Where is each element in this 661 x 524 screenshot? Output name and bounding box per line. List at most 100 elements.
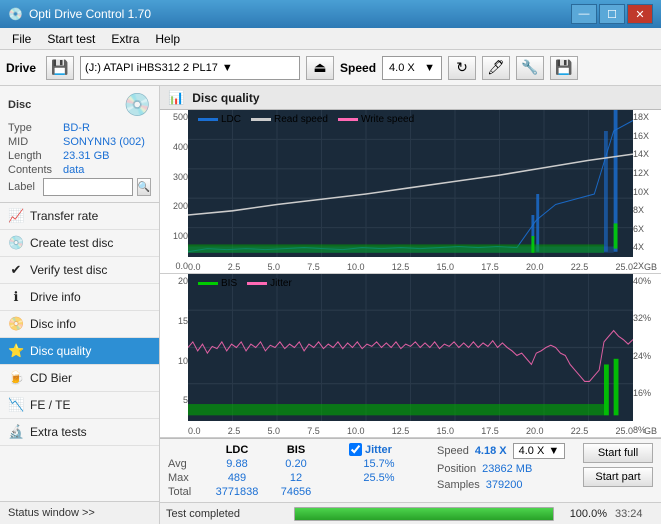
speed-arrow: ▼	[424, 62, 435, 74]
legend-write-speed-label: Write speed	[361, 114, 414, 125]
chart-header-icon: 📊	[168, 90, 184, 106]
sidebar-item-extra-tests[interactable]: 🔬 Extra tests	[0, 419, 159, 446]
create-test-disc-icon: 💿	[8, 235, 24, 251]
menu-extra[interactable]: Extra	[103, 30, 147, 48]
sidebar-item-disc-quality-label: Disc quality	[30, 344, 91, 358]
menu-bar: File Start test Extra Help	[0, 28, 661, 50]
disc-quality-icon: ⭐	[8, 343, 24, 359]
eject-button[interactable]: ⏏	[306, 56, 334, 80]
close-button[interactable]: ✕	[627, 4, 653, 24]
chart-title: Disc quality	[192, 91, 259, 105]
sidebar-item-cd-bier-label: CD Bier	[30, 371, 72, 385]
sidebar-item-disc-info[interactable]: 📀 Disc info	[0, 311, 159, 338]
top-chart-svg	[188, 110, 633, 257]
start-part-button[interactable]: Start part	[583, 467, 653, 487]
disc-contents-label: Contents	[8, 164, 63, 176]
disc-info-header: Disc 💿	[8, 92, 151, 118]
stats-main: LDC BIS Jitter Avg 9.88 0.20	[168, 443, 409, 498]
top-chart-y-labels-right: 18X 16X 14X 12X 10X 8X 6X 4X 2X	[633, 110, 661, 273]
max-label: Max	[168, 472, 203, 484]
disc-label-input[interactable]	[43, 178, 133, 196]
speed-dropdown-arrow: ▼	[548, 445, 559, 457]
jitter-col-header: Jitter	[349, 443, 409, 456]
disc-label-button[interactable]: 🔍	[137, 178, 151, 196]
jitter-label: Jitter	[365, 444, 392, 456]
jitter-checkbox[interactable]	[349, 443, 362, 456]
menu-file[interactable]: File	[4, 30, 39, 48]
sidebar: Disc 💿 Type BD-R MID SONYNN3 (002) Lengt…	[0, 86, 160, 524]
bottom-chart-y-labels-right: 40% 32% 24% 16% 8%	[633, 274, 661, 437]
app-icon: 💿	[8, 7, 23, 21]
legend-ldc-label: LDC	[221, 114, 241, 125]
stats-speed-position: Speed 4.18 X 4.0 X ▼ Position 23862 MB S…	[437, 443, 565, 491]
jitter-max: 25.5%	[349, 472, 409, 484]
title-bar: 💿 Opti Drive Control 1.70 — ☐ ✕	[0, 0, 661, 28]
sidebar-item-cd-bier[interactable]: 🍺 CD Bier	[0, 365, 159, 392]
top-chart-x-labels: 0.0 2.5 5.0 7.5 10.0 12.5 15.0 17.5 20.0…	[188, 262, 633, 272]
sidebar-item-verify-test-disc[interactable]: ✔ Verify test disc	[0, 257, 159, 284]
drive-select[interactable]: (J:) ATAPI iHBS312 2 PL17 ▼	[80, 56, 300, 80]
bottom-chart-svg	[188, 274, 633, 421]
speed-dropdown[interactable]: 4.0 X ▼	[513, 443, 566, 459]
settings-button2[interactable]: 🔧	[516, 56, 544, 80]
speed-current: 4.18 X	[475, 445, 507, 457]
legend-ldc-color	[198, 118, 218, 121]
sidebar-item-fe-te-label: FE / TE	[30, 398, 70, 412]
bottom-chart-wrap: BIS Jitter 20 15 10 5	[160, 274, 661, 437]
legend-read-speed-color	[251, 118, 271, 121]
disc-type-value: BD-R	[63, 122, 90, 134]
sidebar-item-transfer-rate[interactable]: 📈 Transfer rate	[0, 203, 159, 230]
sidebar-item-drive-info[interactable]: ℹ Drive info	[0, 284, 159, 311]
stats-header-row: LDC BIS Jitter	[168, 443, 409, 456]
disc-label-row: Label 🔍	[8, 178, 151, 196]
sidebar-item-disc-info-label: Disc info	[30, 317, 76, 331]
total-label: Total	[168, 486, 203, 498]
sidebar-item-create-test-disc[interactable]: 💿 Create test disc	[0, 230, 159, 257]
legend-jitter: Jitter	[247, 278, 292, 289]
start-full-button[interactable]: Start full	[583, 443, 653, 463]
stats-bar: LDC BIS Jitter Avg 9.88 0.20	[160, 438, 661, 502]
disc-contents-value: data	[63, 164, 84, 176]
bis-col-header: BIS	[271, 444, 321, 456]
legend-ldc: LDC	[198, 114, 241, 125]
jitter-avg: 15.7%	[349, 458, 409, 470]
ldc-avg: 9.88	[207, 458, 267, 470]
sidebar-status-button[interactable]: Status window >>	[0, 501, 159, 524]
top-chart-x-unit: GB	[644, 262, 657, 272]
stats-max-row: Max 489 12 25.5%	[168, 472, 409, 484]
disc-label-label: Label	[8, 181, 39, 193]
position-key: Position	[437, 463, 476, 475]
stats-total-row: Total 3771838 74656	[168, 486, 409, 498]
disc-fields: Type BD-R MID SONYNN3 (002) Length 23.31…	[8, 122, 151, 196]
top-chart: LDC Read speed Write speed 500	[160, 110, 661, 274]
speed-select[interactable]: 4.0 X ▼	[382, 56, 442, 80]
progress-percent: 100.0%	[562, 508, 607, 520]
chart-header: 📊 Disc quality	[160, 86, 661, 110]
disc-info-panel: Disc 💿 Type BD-R MID SONYNN3 (002) Lengt…	[0, 86, 159, 203]
menu-start-test[interactable]: Start test	[39, 30, 103, 48]
ldc-col-header: LDC	[207, 444, 267, 456]
bis-max: 12	[271, 472, 321, 484]
refresh-button[interactable]: ↻	[448, 56, 476, 80]
bottom-chart-legend: BIS Jitter	[190, 276, 300, 291]
settings-button1[interactable]: 🖊	[482, 56, 510, 80]
maximize-button[interactable]: ☐	[599, 4, 625, 24]
drive-icon-button[interactable]: 💾	[46, 56, 74, 80]
save-button[interactable]: 💾	[550, 56, 578, 80]
disc-type-label: Type	[8, 122, 63, 134]
legend-bis-label: BIS	[221, 278, 237, 289]
menu-help[interactable]: Help	[147, 30, 188, 48]
sidebar-item-fe-te[interactable]: 📉 FE / TE	[0, 392, 159, 419]
speed-value: 4.0 X	[389, 62, 415, 74]
drive-select-value: (J:) ATAPI iHBS312 2 PL17	[85, 62, 218, 74]
main-layout: Disc 💿 Type BD-R MID SONYNN3 (002) Lengt…	[0, 86, 661, 524]
top-chart-y-labels-left: 500 400 300 200 100 0.0	[160, 110, 188, 273]
sidebar-item-disc-quality[interactable]: ⭐ Disc quality	[0, 338, 159, 365]
sidebar-item-drive-info-label: Drive info	[30, 290, 81, 304]
sidebar-status-label: Status window >>	[8, 507, 95, 519]
minimize-button[interactable]: —	[571, 4, 597, 24]
sidebar-item-transfer-rate-label: Transfer rate	[30, 209, 98, 223]
samples-key: Samples	[437, 479, 480, 491]
main-content: 📊 Disc quality LDC Read speed	[160, 86, 661, 524]
legend-bis-color	[198, 282, 218, 285]
